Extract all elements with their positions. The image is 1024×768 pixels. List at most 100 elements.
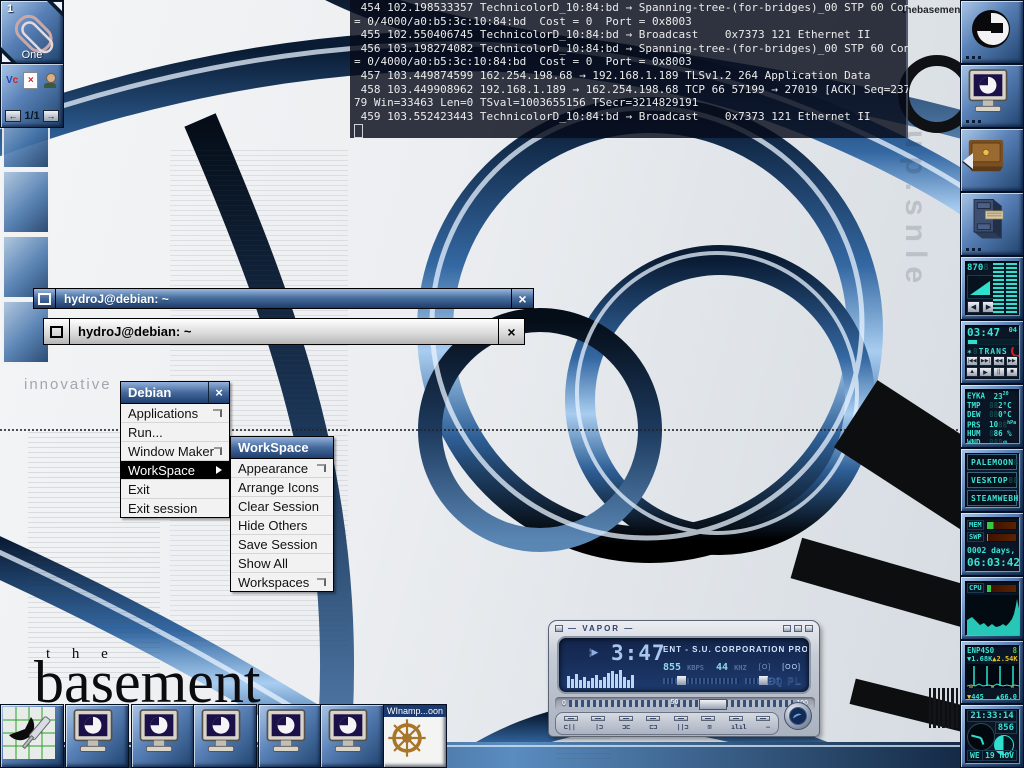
position-handle[interactable] <box>699 699 727 710</box>
winamp-titlebar[interactable]: — VAPOR — <box>549 621 819 635</box>
music-rew-button[interactable]: ◀◀ <box>993 356 1005 366</box>
task-palemoon[interactable]: PALEMOON8 <box>967 454 1017 470</box>
winamp-player[interactable]: — VAPOR — ¦▶ 3:47 ENT - S.U. CORP <box>548 620 820 737</box>
weather-obs-sup: 20 <box>1003 391 1009 397</box>
dock-weather[interactable]: EYKA 2320 TMP 882°C DEW 880°C PRS 1088hP… <box>960 384 1024 448</box>
vlc-launcher-icon[interactable]: Vc <box>6 75 18 86</box>
user-icon[interactable] <box>43 73 57 88</box>
music-eject-button[interactable]: ▲ <box>966 367 978 377</box>
menu-item-exit-session[interactable]: Exit session <box>121 499 229 517</box>
workspace-clip[interactable]: 1 One <box>0 0 64 64</box>
slope-button[interactable]: — <box>766 723 770 731</box>
menu-item-hide-others[interactable]: Hide Others <box>231 516 333 535</box>
winamp-volume-slider[interactable] <box>663 678 739 684</box>
menu-item-applications[interactable]: Applications <box>121 404 229 423</box>
task-steamwebhelper[interactable]: STEAMWEBH <box>967 490 1017 506</box>
miniaturize-button[interactable] <box>44 319 70 344</box>
dock-appicon-terminal[interactable] <box>960 64 1024 128</box>
task-vesktop[interactable]: VESKTOP88 <box>967 472 1017 488</box>
dock-mixer[interactable]: 8708 ◀ ▶ <box>960 256 1024 320</box>
music-prev-button[interactable]: |◀◀ <box>966 356 978 366</box>
knob-swirl-icon <box>789 707 807 725</box>
volume-handle[interactable] <box>677 676 686 685</box>
pause-button[interactable]: ⊐⊏ <box>622 723 630 731</box>
winamp-small-button[interactable] <box>591 716 605 721</box>
winamp-small-button[interactable] <box>646 716 660 721</box>
menu-item-workspaces[interactable]: Workspaces <box>231 573 333 591</box>
menu-item-arrange-icons[interactable]: Arrange Icons <box>231 478 333 497</box>
music-ff-button[interactable]: ▶▶ <box>1006 356 1018 366</box>
winamp-small-button[interactable] <box>674 716 688 721</box>
menu-item-run[interactable]: Run... <box>121 423 229 442</box>
dock-clock[interactable]: 21:33:14 856 WE 19 NOV <box>960 704 1024 768</box>
uptime-time: 06:03:42 <box>967 556 1017 569</box>
menu-item-clear-session[interactable]: Clear Session <box>231 497 333 516</box>
spectrum-button[interactable]: ılıl <box>731 723 747 731</box>
position-track[interactable]: 50 <box>569 700 793 707</box>
wallpaper-barcode <box>929 688 959 728</box>
terminal-window[interactable]: 454 102.198533357 TechnicolorD_10:84:bd … <box>350 0 908 138</box>
menu-item-window-maker[interactable]: Window Maker <box>121 442 229 461</box>
winamp-small-button[interactable] <box>729 716 743 721</box>
close-button[interactable]: × <box>498 319 524 344</box>
volume-ramp-icon <box>970 281 990 295</box>
winamp-knob[interactable] <box>784 702 812 730</box>
pl-button[interactable]: PL <box>787 676 802 687</box>
winamp-small-button[interactable] <box>619 716 633 721</box>
appicon-terminal-3[interactable] <box>193 704 257 768</box>
menu-item-exit[interactable]: Exit <box>121 480 229 499</box>
prev-button[interactable]: ⊏|| <box>564 723 576 731</box>
dock-appicon-cabinet[interactable] <box>960 192 1024 256</box>
dock-music-player[interactable]: 03:47 04 ∗ 8 TRANS |◀◀ ▶▶| ◀◀ ▶▶ ▲ ▶ || … <box>960 320 1024 384</box>
music-play-button[interactable]: ▶ <box>979 367 991 377</box>
miniaturize-button[interactable] <box>34 289 56 308</box>
drawer-next-button[interactable]: → <box>43 110 59 122</box>
winamp-position-bar[interactable]: 0 50 100 <box>555 697 815 710</box>
window-title[interactable]: hydroJ@debian: ~ <box>56 289 511 308</box>
mixer-prev-button[interactable]: ◀ <box>967 301 980 313</box>
music-pause-button[interactable]: || <box>993 367 1005 377</box>
winamp-small-button[interactable] <box>701 716 715 721</box>
winamp-minimize-button[interactable] <box>783 625 791 632</box>
next-button[interactable]: ||⊐ <box>677 723 689 731</box>
dock-appicon-drawer[interactable] <box>960 128 1024 192</box>
appicon-terminal-2[interactable] <box>131 704 195 768</box>
menu-item-show-all[interactable]: Show All <box>231 554 333 573</box>
root-menu-close-button[interactable]: × <box>208 382 229 403</box>
dock-appicon-gnustep[interactable] <box>960 0 1024 64</box>
music-stop-button[interactable]: ■ <box>1006 367 1018 377</box>
document-x-icon[interactable]: × <box>23 72 38 89</box>
drawer-open-arrow-icon[interactable] <box>963 153 973 169</box>
winamp-small-button[interactable] <box>756 716 770 721</box>
drawer-prev-button[interactable]: ← <box>5 110 21 122</box>
shaded-window-inactive[interactable]: hydroJ@debian: ~ × <box>43 318 525 345</box>
eq-button[interactable]: EQ <box>767 676 783 687</box>
play-button[interactable]: |⊐ <box>595 723 603 731</box>
drawer-panel[interactable]: Vc × ← 1/1 → <box>0 63 64 128</box>
dock-cpu-monitor[interactable]: CPU <box>960 576 1024 640</box>
mixer-ramp-box[interactable] <box>967 275 995 299</box>
menu-item-save-session[interactable]: Save Session <box>231 535 333 554</box>
appicon-terminal-1[interactable] <box>65 704 129 768</box>
workspace-menu-titlebar[interactable]: WorkSpace <box>231 437 333 459</box>
winamp-small-button[interactable] <box>564 716 578 721</box>
menu-item-workspace[interactable]: WorkSpace <box>121 461 229 480</box>
appicon-wprefs[interactable] <box>0 704 64 768</box>
root-menu-titlebar[interactable]: Debian × <box>121 382 229 404</box>
stop-button[interactable]: ⊏⊐ <box>649 723 657 731</box>
music-next-button[interactable]: ▶▶| <box>979 356 991 366</box>
shaded-window-active[interactable]: hydroJ@debian: ~ × <box>33 288 534 309</box>
winamp-display[interactable]: ¦▶ 3:47 ENT - S.U. CORPORATION PROUDLY 8… <box>557 636 811 694</box>
winamp-shade-button[interactable] <box>794 625 802 632</box>
appicon-terminal-4[interactable] <box>258 704 322 768</box>
menu-item-appearance[interactable]: Appearance <box>231 459 333 478</box>
winamp-close-button[interactable] <box>805 625 813 632</box>
dock-net-monitor[interactable]: ENP4S0 8 ▼1.68K ▲2.54K ▼445 ▲66.0 <box>960 640 1024 704</box>
close-button[interactable]: × <box>511 289 533 308</box>
winamp-menu-button[interactable] <box>555 625 563 632</box>
appicon-winamp[interactable]: WInamp...oon <box>383 704 447 768</box>
window-title[interactable]: hydroJ@debian: ~ <box>70 319 498 344</box>
dock-memory-monitor[interactable]: MEM SWP 0002 days, 06:03:42 <box>960 512 1024 576</box>
eject-button[interactable]: ⊡ <box>708 723 712 731</box>
appicon-terminal-5[interactable] <box>320 704 384 768</box>
